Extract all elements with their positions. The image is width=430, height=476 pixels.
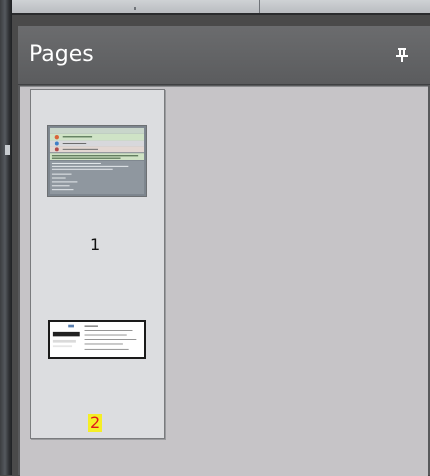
page-thumbnail-2[interactable] [48, 320, 146, 359]
page-number-1: 1 [90, 235, 101, 254]
tab-strip-tick [134, 7, 136, 10]
panel-title: Pages [29, 42, 94, 67]
page-thumbnail-strip: 1 2 [30, 89, 165, 439]
left-splitter[interactable] [0, 0, 12, 475]
page-number-2: 2 [88, 413, 103, 432]
pages-list[interactable]: 1 2 [20, 86, 428, 476]
page-thumbnail-1[interactable] [47, 125, 147, 197]
pin-icon[interactable] [395, 46, 409, 64]
panel-header: Pages [18, 26, 430, 85]
top-tab-strip [12, 0, 430, 15]
tab-strip-divider [259, 0, 260, 13]
splitter-grip [5, 145, 10, 155]
pages-panel: Pages 1 2 [18, 26, 430, 476]
